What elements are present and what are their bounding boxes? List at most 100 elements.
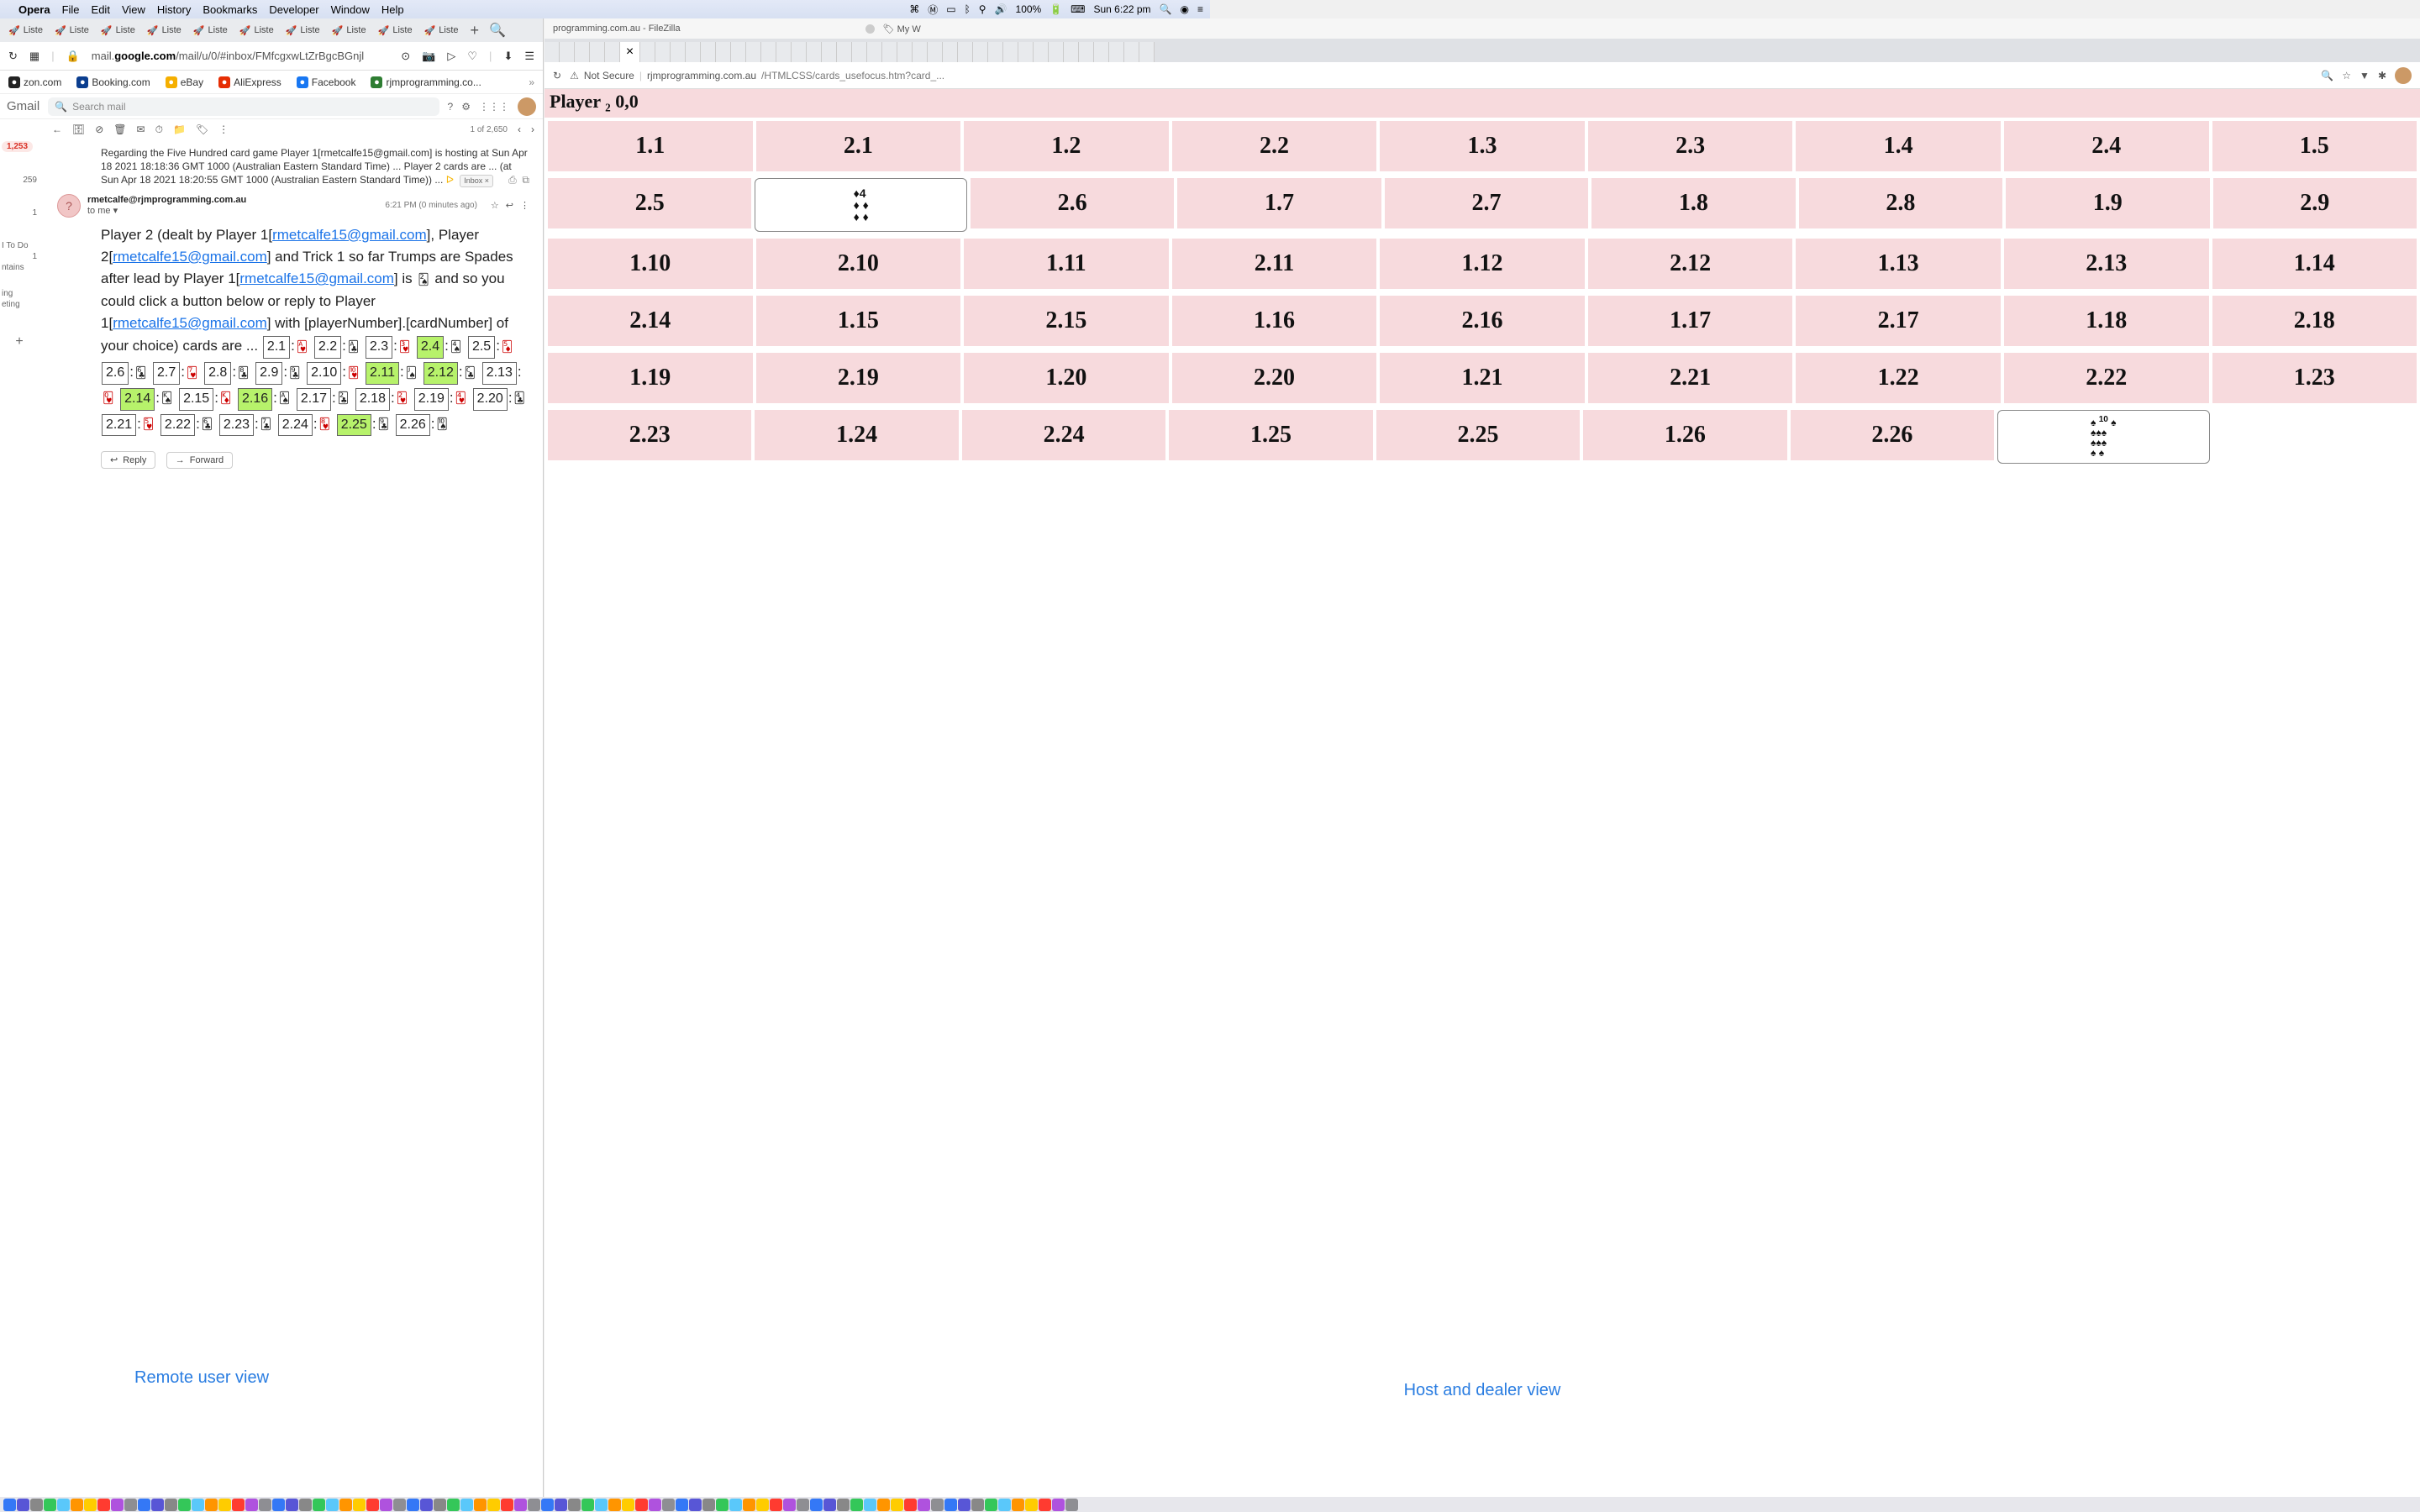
print-icon[interactable]: ⎙ [508, 174, 517, 186]
grid-cell[interactable]: 1.25 [1169, 410, 1372, 460]
bookmark-overflow-icon[interactable]: » [529, 76, 534, 88]
dock-app[interactable] [84, 1499, 97, 1511]
card-button[interactable]: 2.7 [153, 362, 180, 385]
dock-app[interactable] [474, 1499, 487, 1511]
star-icon[interactable]: ☆ [2342, 70, 2351, 81]
card-button[interactable]: 2.16 [238, 388, 272, 411]
dock-app[interactable] [555, 1499, 567, 1511]
card-button[interactable]: 2.26 [396, 414, 430, 437]
browser-tab[interactable]: 🚀Liste [96, 24, 140, 38]
card-button[interactable]: 2.5 [468, 336, 495, 359]
puzzle-icon[interactable]: ✱ [2378, 70, 2386, 81]
send-icon[interactable]: ▷ [447, 50, 455, 63]
popout-icon[interactable]: ⧉ [522, 174, 529, 186]
snooze-icon[interactable]: ⏱ [155, 123, 163, 136]
bookmark-item[interactable]: ●AliExpress [218, 76, 281, 88]
dock-app[interactable] [97, 1499, 110, 1511]
grid-cell[interactable]: 2.22 [2004, 353, 2209, 403]
email-link[interactable]: rmetcalfe15@gmail.com [272, 227, 427, 243]
dock-app[interactable] [702, 1499, 715, 1511]
grid-cell[interactable]: 1.24 [755, 410, 958, 460]
dock-app[interactable] [528, 1499, 540, 1511]
more-icon[interactable]: ⋮ [520, 200, 529, 211]
dock-app[interactable] [944, 1499, 957, 1511]
gmail-search[interactable]: 🔍 Search mail [48, 97, 439, 116]
grid-cell[interactable]: 2.24 [962, 410, 1165, 460]
card-button[interactable]: 2.25 [337, 414, 371, 437]
grid-cell[interactable]: 1.18 [2004, 296, 2209, 346]
prev-icon[interactable]: ‹ [518, 123, 521, 135]
chrome-tab[interactable] [605, 42, 620, 62]
grid-cell[interactable]: 2.26 [1791, 410, 1994, 460]
dock-app[interactable] [17, 1499, 29, 1511]
dock-app[interactable] [729, 1499, 742, 1511]
card-button[interactable]: 2.23 [219, 414, 254, 437]
bluetooth-icon[interactable]: ᛒ [965, 3, 971, 15]
grid-cell[interactable]: 1.21 [1380, 353, 1585, 403]
menu-icon[interactable]: ≡ [1197, 3, 1203, 15]
chrome-tab[interactable] [913, 42, 928, 62]
grid-cell[interactable]: 2.1 [756, 121, 961, 171]
email-link[interactable]: rmetcalfe15@gmail.com [113, 249, 267, 265]
reload-icon[interactable]: ↻ [8, 50, 18, 63]
input-icon[interactable]: ⌨ [1071, 3, 1085, 15]
grid-cell[interactable]: 1.13 [1796, 239, 2001, 289]
grid-cell[interactable]: 1.17 [1588, 296, 1793, 346]
dock-app[interactable] [30, 1499, 43, 1511]
browser-tab[interactable]: 🚀Liste [3, 24, 48, 38]
dock-app[interactable] [622, 1499, 634, 1511]
dock-app[interactable] [447, 1499, 460, 1511]
browser-tab[interactable]: 🚀Liste [142, 24, 187, 38]
grid-cell[interactable]: 1.2 [964, 121, 1169, 171]
chrome-tab[interactable] [761, 42, 776, 62]
search-in-page-icon[interactable]: ⊙ [401, 50, 410, 63]
grid-cell[interactable]: 1.8 [1591, 178, 1795, 228]
grid-cell[interactable]: 1.10 [548, 239, 753, 289]
grid-cell[interactable]: 1.4 [1796, 121, 2001, 171]
dock-app[interactable] [434, 1499, 446, 1511]
bookmark-item[interactable]: ●Booking.com [76, 76, 150, 88]
airplay-icon[interactable]: ▭ [946, 3, 955, 15]
chrome-tab[interactable] [1124, 42, 1139, 62]
grid-cell[interactable]: 1.15 [756, 296, 961, 346]
status-icon[interactable]: Ⓜ [928, 3, 938, 17]
grid-cell[interactable]: 2.9 [2213, 178, 2417, 228]
grid-cell[interactable]: 1.16 [1172, 296, 1377, 346]
support-icon[interactable]: ? [448, 101, 454, 113]
card-button[interactable]: 2.12 [424, 362, 458, 385]
email-link[interactable]: rmetcalfe15@gmail.com [239, 270, 394, 286]
grid-cell[interactable]: 1.23 [2212, 353, 2417, 403]
card-button[interactable]: 2.14 [120, 388, 155, 411]
settings-icon[interactable]: ⚙ [461, 101, 471, 113]
dock-app[interactable] [850, 1499, 863, 1511]
dock-app[interactable] [662, 1499, 675, 1511]
chrome-tab[interactable] [852, 42, 867, 62]
dock-app[interactable] [1012, 1499, 1024, 1511]
dock-app[interactable] [259, 1499, 271, 1511]
chrome-tab[interactable] [1034, 42, 1049, 62]
dock-app[interactable] [649, 1499, 661, 1511]
chrome-tab[interactable]: × [620, 42, 640, 62]
dock-app[interactable] [810, 1499, 823, 1511]
browser-tab[interactable]: 🚀Liste [188, 24, 233, 38]
tab-search-icon[interactable]: 🔍 [489, 22, 506, 39]
dock-app[interactable] [393, 1499, 406, 1511]
dock-app[interactable] [770, 1499, 782, 1511]
spam-icon[interactable]: ⊘ [95, 123, 103, 135]
siri-icon[interactable]: ◉ [1181, 3, 1189, 15]
chrome-tab[interactable] [544, 42, 560, 62]
grid-cell[interactable]: 1.9 [2006, 178, 2209, 228]
dock-app[interactable] [407, 1499, 419, 1511]
chrome-tab[interactable] [1003, 42, 1018, 62]
menu-history[interactable]: History [157, 3, 191, 16]
dock-app[interactable] [595, 1499, 608, 1511]
speed-dial-icon[interactable]: ▦ [29, 50, 39, 63]
chrome-tab[interactable] [1139, 42, 1155, 62]
grid-cell[interactable]: 2.21 [1588, 353, 1793, 403]
dock-app[interactable] [568, 1499, 581, 1511]
grid-cell[interactable]: 2.18 [2212, 296, 2417, 346]
grid-cell[interactable]: 2.17 [1796, 296, 2001, 346]
reply-button[interactable]: ↩ Reply [101, 451, 155, 469]
card-face[interactable]: ♠ 10 ♠♠♠♠♠♠♠♠ ♠ [1997, 410, 2209, 464]
forward-button[interactable]: → Forward [166, 452, 233, 469]
